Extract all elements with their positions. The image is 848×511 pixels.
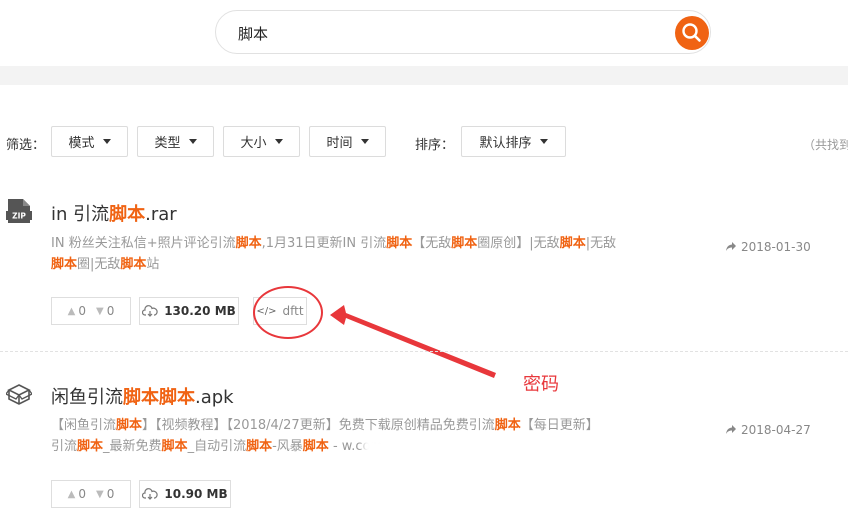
result-date-2: 2018-04-27 <box>725 423 811 437</box>
title-text: .apk <box>195 387 234 408</box>
keyword-highlight: 脚本 <box>161 439 188 454</box>
redacted-blur <box>363 437 481 459</box>
share-arrow-icon <box>726 425 736 434</box>
downvote-count: 0 <box>106 487 115 501</box>
thumbs-up-icon[interactable]: ▲ <box>68 489 76 500</box>
result-title-2[interactable]: 闲鱼引流脚本脚本.apk <box>51 383 234 409</box>
title-highlight: 脚本脚本 <box>123 387 195 408</box>
keyword-highlight: 脚本 <box>246 439 273 454</box>
upvote-count: 0 <box>78 487 86 501</box>
desc-line: 【闲鱼引流脚本】【视频教程】【2018/4/27更新】免费下载原创精品免费引流脚… <box>51 415 599 436</box>
desc-text: 】【视频教程】【2018/4/27更新】免费下载原创精品免费引流 <box>142 418 495 433</box>
desc-text: - w <box>328 439 352 454</box>
desc-line: 引流脚本_最新免费脚本_自动引流脚本-风暴脚本 - w.com <box>51 436 599 457</box>
keyword-highlight: 脚本 <box>77 439 104 454</box>
desc-text: -风暴 <box>272 439 303 454</box>
desc-text: _最新免费 <box>103 439 162 454</box>
keyword-highlight: 脚本 <box>302 439 329 454</box>
date-text: 2018-04-27 <box>741 423 811 437</box>
title-text: 闲鱼引流 <box>51 387 123 408</box>
box-package-icon <box>5 381 33 411</box>
keyword-highlight: 脚本 <box>116 418 143 433</box>
file-size: 10.90 MB <box>164 487 228 501</box>
vote-box-2[interactable]: ▲ 0 ▼ 0 <box>51 480 131 508</box>
result-desc-2: 【闲鱼引流脚本】【视频教程】【2018/4/27更新】免费下载原创精品免费引流脚… <box>51 415 599 457</box>
desc-text: 引流 <box>51 439 78 454</box>
annotation-label: 密码 <box>523 374 559 395</box>
desc-text: _自动引流 <box>187 439 247 454</box>
size-box-2: 10.90 MB <box>139 480 231 508</box>
desc-text: 【闲鱼引流 <box>51 418 117 433</box>
desc-text: 【每日更新】 <box>520 418 599 433</box>
keyword-highlight: 脚本 <box>494 418 521 433</box>
result-divider <box>0 351 848 352</box>
thumbs-down-icon[interactable]: ▼ <box>96 489 104 500</box>
cloud-download-icon <box>142 488 159 500</box>
